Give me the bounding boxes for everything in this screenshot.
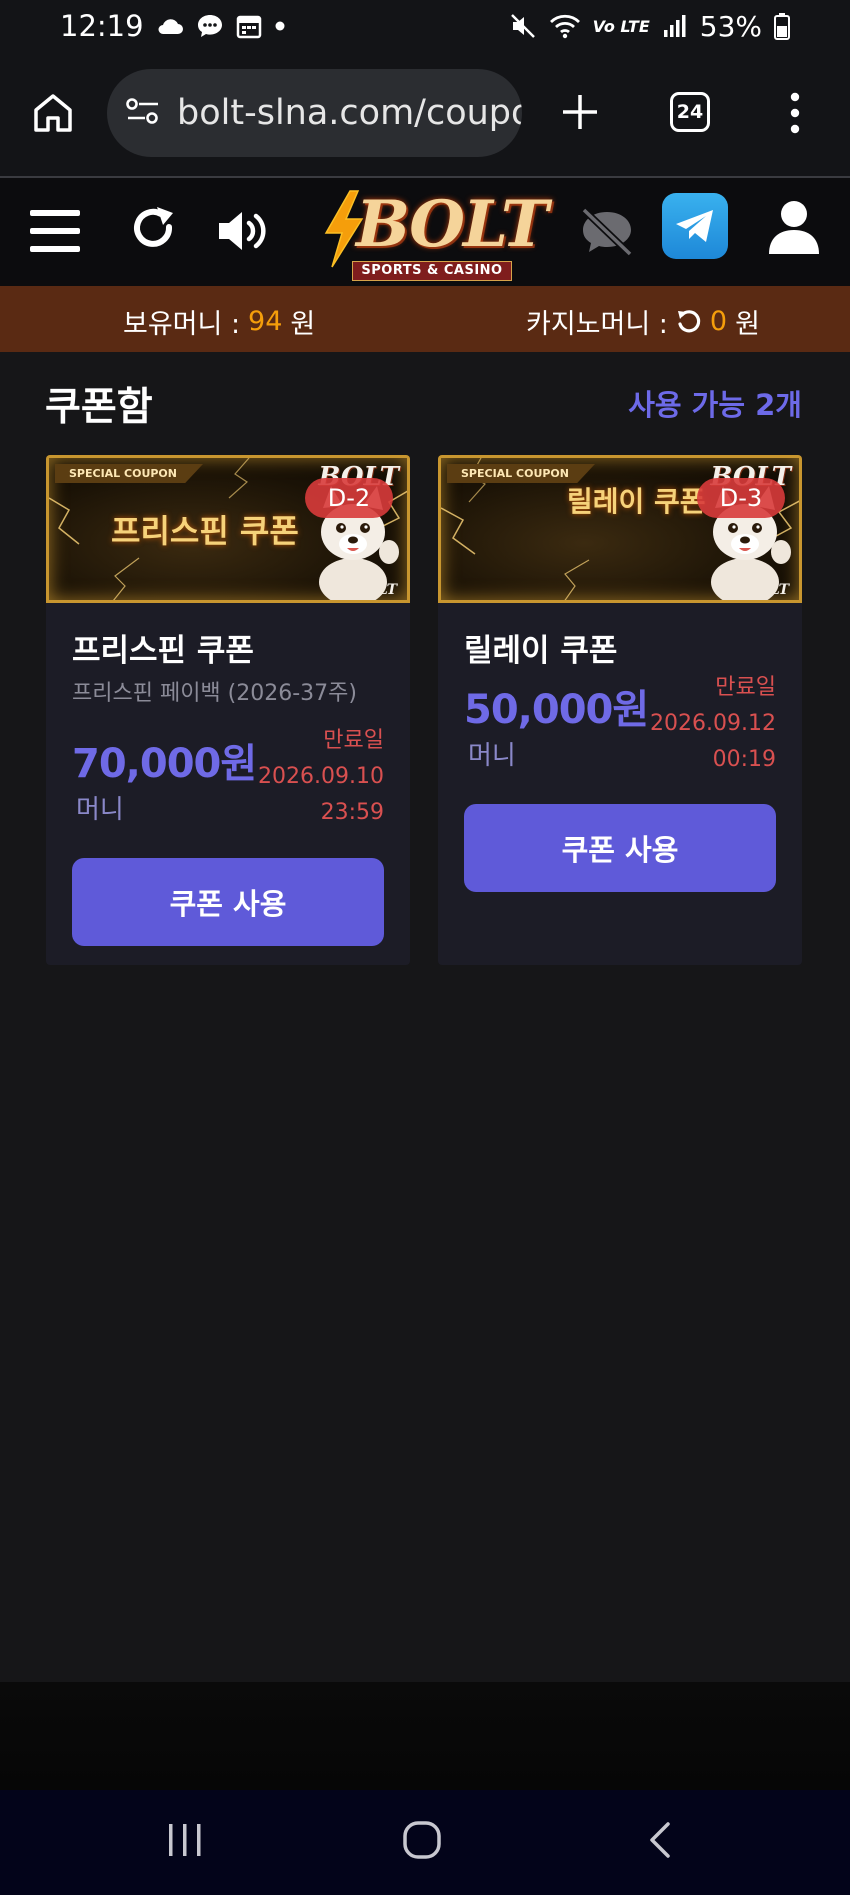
coupon-card: SPECIAL COUPON 릴레이 쿠폰 BOLT BOLT D-3 릴레이 …: [438, 455, 802, 965]
more-vert-icon: [790, 92, 800, 134]
home-nav-button[interactable]: [402, 1820, 442, 1864]
home-circle-icon: [403, 1821, 441, 1859]
casino-refresh-icon[interactable]: [676, 309, 702, 335]
banner-title: 프리스핀 쿠폰: [111, 512, 299, 550]
refresh-icon: [134, 207, 173, 247]
expire-date: 2026.09.12: [650, 711, 776, 736]
sound-button[interactable]: [216, 208, 272, 258]
coupon-banner: SPECIAL COUPON 릴레이 쿠폰 BOLT BOLT D-3: [438, 455, 802, 603]
battery-percent: 53%: [699, 9, 762, 43]
coupon-name: 릴레이 쿠폰: [464, 633, 618, 669]
casino-money-unit: 원: [735, 309, 760, 340]
chat-toggle-button[interactable]: [578, 206, 636, 262]
speaker-icon: [219, 212, 266, 250]
coupon-banner: SPECIAL COUPON 프리스핀 쿠폰 BOLT BOLT D-2: [46, 455, 410, 603]
balance-bar: 보유머니 : 94 원 카지노머니 : 0 원: [0, 286, 850, 352]
telegram-icon: [676, 210, 713, 242]
holding-money-label: 보유머니 :: [123, 309, 241, 340]
calendar-icon: [236, 13, 262, 39]
menu-button[interactable]: [28, 206, 82, 260]
expire-label: 만료일: [323, 728, 384, 753]
logo-text: BOLT: [356, 187, 548, 262]
chat-off-icon: [581, 207, 633, 257]
coupon-subtitle: 프리스핀 페이백 (2026-37주): [72, 681, 357, 706]
status-time: 12:19: [60, 9, 144, 43]
coupon-name: 프리스핀 쿠폰: [72, 633, 254, 669]
volte-icon: Vo LTE: [592, 16, 650, 36]
logo-subtitle: SPORTS & CASINO: [352, 261, 512, 281]
home-icon: [34, 94, 72, 132]
status-right: Vo LTE 53%: [509, 10, 790, 43]
dday-badge: D-2: [305, 478, 393, 518]
casino-money: 카지노머니 : 0 원: [526, 302, 760, 341]
browser-toolbar: bolt-slna.com/coupo 24: [0, 52, 850, 176]
coupon-amount: 70,000원: [72, 741, 257, 787]
use-coupon-button[interactable]: 쿠폰 사용: [464, 804, 776, 892]
new-tab-button[interactable]: [558, 90, 602, 134]
available-count: 사용 가능 2개: [628, 388, 802, 422]
banner-title: 릴레이 쿠폰: [567, 485, 706, 518]
page-footer: [0, 1682, 850, 1790]
site-header: BOLT SPORTS & CASINO: [0, 178, 850, 286]
status-left: 12:19: [60, 9, 286, 43]
expire-date: 2026.09.10: [258, 764, 384, 789]
dot-icon: [274, 20, 286, 32]
url-text: bolt-slna.com/coupo: [177, 93, 522, 133]
hamburger-icon: [30, 210, 80, 252]
back-button[interactable]: [646, 1820, 676, 1864]
telegram-button[interactable]: [662, 193, 728, 259]
system-navigation-bar: [0, 1790, 850, 1895]
site-settings-icon[interactable]: [125, 96, 161, 130]
wifi-icon: [549, 13, 581, 39]
signal-icon: [662, 14, 688, 38]
recent-apps-icon: [169, 1824, 201, 1856]
home-button[interactable]: [30, 90, 76, 136]
chat-icon: [196, 12, 224, 40]
expire-info: 만료일 2026.09.10 23:59: [258, 723, 384, 831]
coupon-card: SPECIAL COUPON 프리스핀 쿠폰 BOLT BOLT D-2 프리스…: [46, 455, 410, 965]
page-title: 쿠폰함: [45, 385, 153, 430]
casino-money-value: 0: [709, 306, 728, 337]
holding-money: 보유머니 : 94 원: [123, 302, 315, 341]
special-coupon-tag: SPECIAL COUPON: [55, 464, 203, 483]
tab-count: 24: [676, 101, 704, 123]
expire-time: 23:59: [320, 800, 384, 825]
back-chevron-icon: [650, 1822, 670, 1858]
coupon-type: 머니: [76, 795, 124, 825]
expire-time: 00:19: [712, 747, 776, 772]
refresh-button[interactable]: [131, 205, 179, 259]
user-icon: [769, 201, 819, 254]
casino-money-label: 카지노머니 :: [526, 309, 668, 340]
expire-info: 만료일 2026.09.12 00:19: [650, 670, 776, 778]
mute-icon: [509, 12, 537, 40]
coupon-type: 머니: [468, 741, 516, 771]
status-bar: 12:19 Vo LTE 53%: [0, 0, 850, 52]
tab-switcher-button[interactable]: 24: [670, 92, 710, 132]
address-bar[interactable]: bolt-slna.com/coupo: [107, 69, 522, 157]
site-logo[interactable]: BOLT SPORTS & CASINO: [320, 183, 548, 283]
plus-icon: [563, 95, 597, 129]
coupon-amount: 50,000원: [464, 687, 649, 733]
recent-apps-button[interactable]: [165, 1820, 205, 1864]
cloud-icon: [156, 16, 184, 36]
browser-menu-button[interactable]: [785, 88, 805, 138]
battery-icon: [774, 12, 790, 40]
holding-money-unit: 원: [290, 309, 316, 340]
holding-money-value: 94: [248, 306, 283, 337]
use-coupon-button[interactable]: 쿠폰 사용: [72, 858, 384, 946]
expire-label: 만료일: [715, 675, 776, 700]
dday-badge: D-3: [697, 478, 785, 518]
account-button[interactable]: [767, 198, 821, 260]
